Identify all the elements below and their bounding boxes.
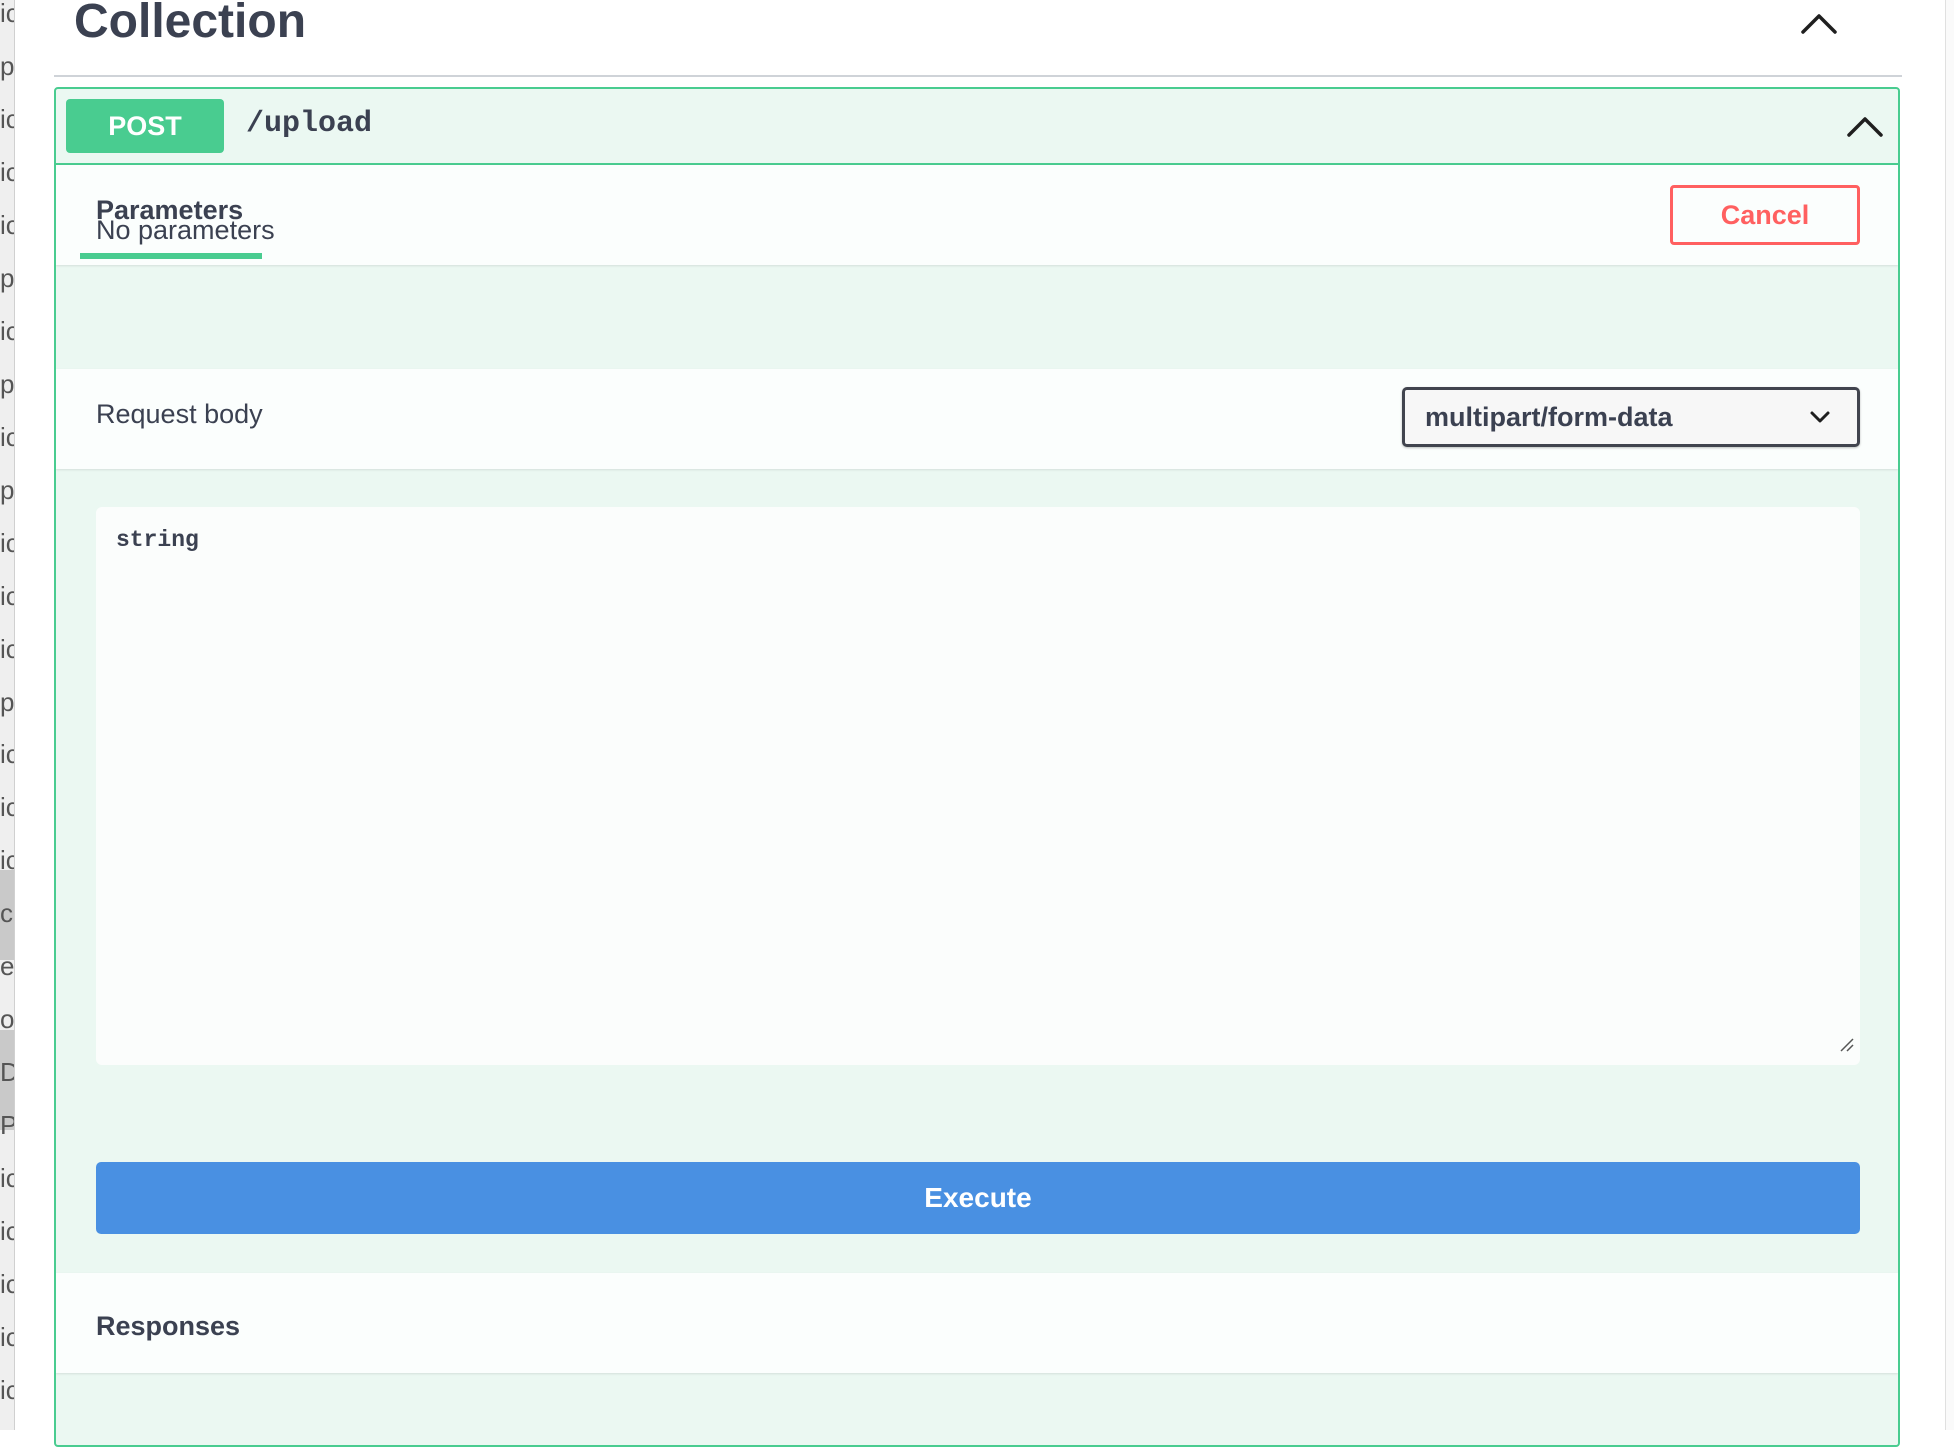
sidebar-text-fragment: ic [0, 104, 14, 134]
operation-summary[interactable]: POST /upload [56, 89, 1898, 165]
responses-title: Responses [96, 1311, 241, 1341]
sidebar-text-fragment: o [0, 1004, 15, 1034]
sidebar-text-fragment: ic [0, 422, 14, 452]
sidebar-text-fragment: p [0, 263, 15, 293]
cancel-button[interactable]: Cancel [1670, 185, 1860, 245]
operation-path: /upload [246, 107, 373, 141]
sidebar-text-fragment: ic [0, 1375, 14, 1405]
request-body-value: string [116, 527, 199, 553]
sidebar-text-fragment: c [0, 898, 13, 928]
sidebar-text-fragment: ic [0, 634, 14, 664]
sidebar-text-fragment: ic [0, 739, 14, 769]
responses-header: Responses [56, 1273, 1898, 1373]
scrollbar-track[interactable] [1945, 0, 1954, 1430]
sidebar-text-fragment: p [0, 51, 15, 81]
tab-active-indicator [80, 253, 262, 259]
resize-handle-icon[interactable] [1838, 1033, 1854, 1059]
sidebar-text-fragment: ic [0, 1322, 14, 1352]
chevron-up-icon[interactable] [1840, 109, 1890, 145]
operation-block: POST /upload Parameters Cancel No parame… [54, 87, 1900, 1447]
sidebar-text-fragment: ic [0, 581, 14, 611]
parameters-header: Parameters Cancel [56, 165, 1898, 265]
sidebar-text-fragment: p [0, 475, 15, 505]
request-body-header: Request body multipart/form-data [56, 369, 1898, 469]
execute-button[interactable]: Execute [96, 1162, 1860, 1234]
method-badge: POST [66, 99, 224, 153]
sidebar-text-fragment: ic [0, 157, 14, 187]
sidebar-text-fragment: ic [0, 792, 14, 822]
chevron-up-icon[interactable] [1794, 6, 1844, 42]
request-body-label: Request body [96, 399, 263, 429]
sidebar-text-fragment: ic [0, 1269, 14, 1299]
request-body-textarea[interactable]: string [96, 507, 1860, 1065]
sidebar-text-fragment: ic [0, 0, 14, 28]
no-parameters-text: No parameters [96, 215, 275, 245]
tag-section-header[interactable]: Collection [54, 0, 1902, 77]
tag-title: Collection [74, 0, 307, 48]
sidebar-text-fragment: ic [0, 845, 14, 875]
sidebar-text-fragment: ic [0, 528, 14, 558]
sidebar-text-fragment: P [0, 1112, 14, 1138]
content-type-select[interactable]: multipart/form-data [1402, 387, 1860, 447]
chevron-down-icon [1809, 406, 1831, 433]
sidebar-text-fragment: ic [0, 1216, 14, 1246]
sidebar-text-fragment: D [0, 1059, 14, 1085]
content-type-value: multipart/form-data [1425, 402, 1673, 432]
left-sidebar-edge: ic p ic ic ic p ic p ic p ic ic ic p ic ic ic ceoD Pic ic ic… [0, 0, 15, 1430]
sidebar-text-fragment: ic [0, 316, 14, 346]
sidebar-text-fragment: ic [0, 1163, 14, 1193]
sidebar-text-fragment: e [0, 951, 15, 981]
sidebar-text-fragment: ic [0, 210, 14, 240]
sidebar-text-fragment: p [0, 687, 15, 717]
sidebar-text-fragment: p [0, 369, 15, 399]
